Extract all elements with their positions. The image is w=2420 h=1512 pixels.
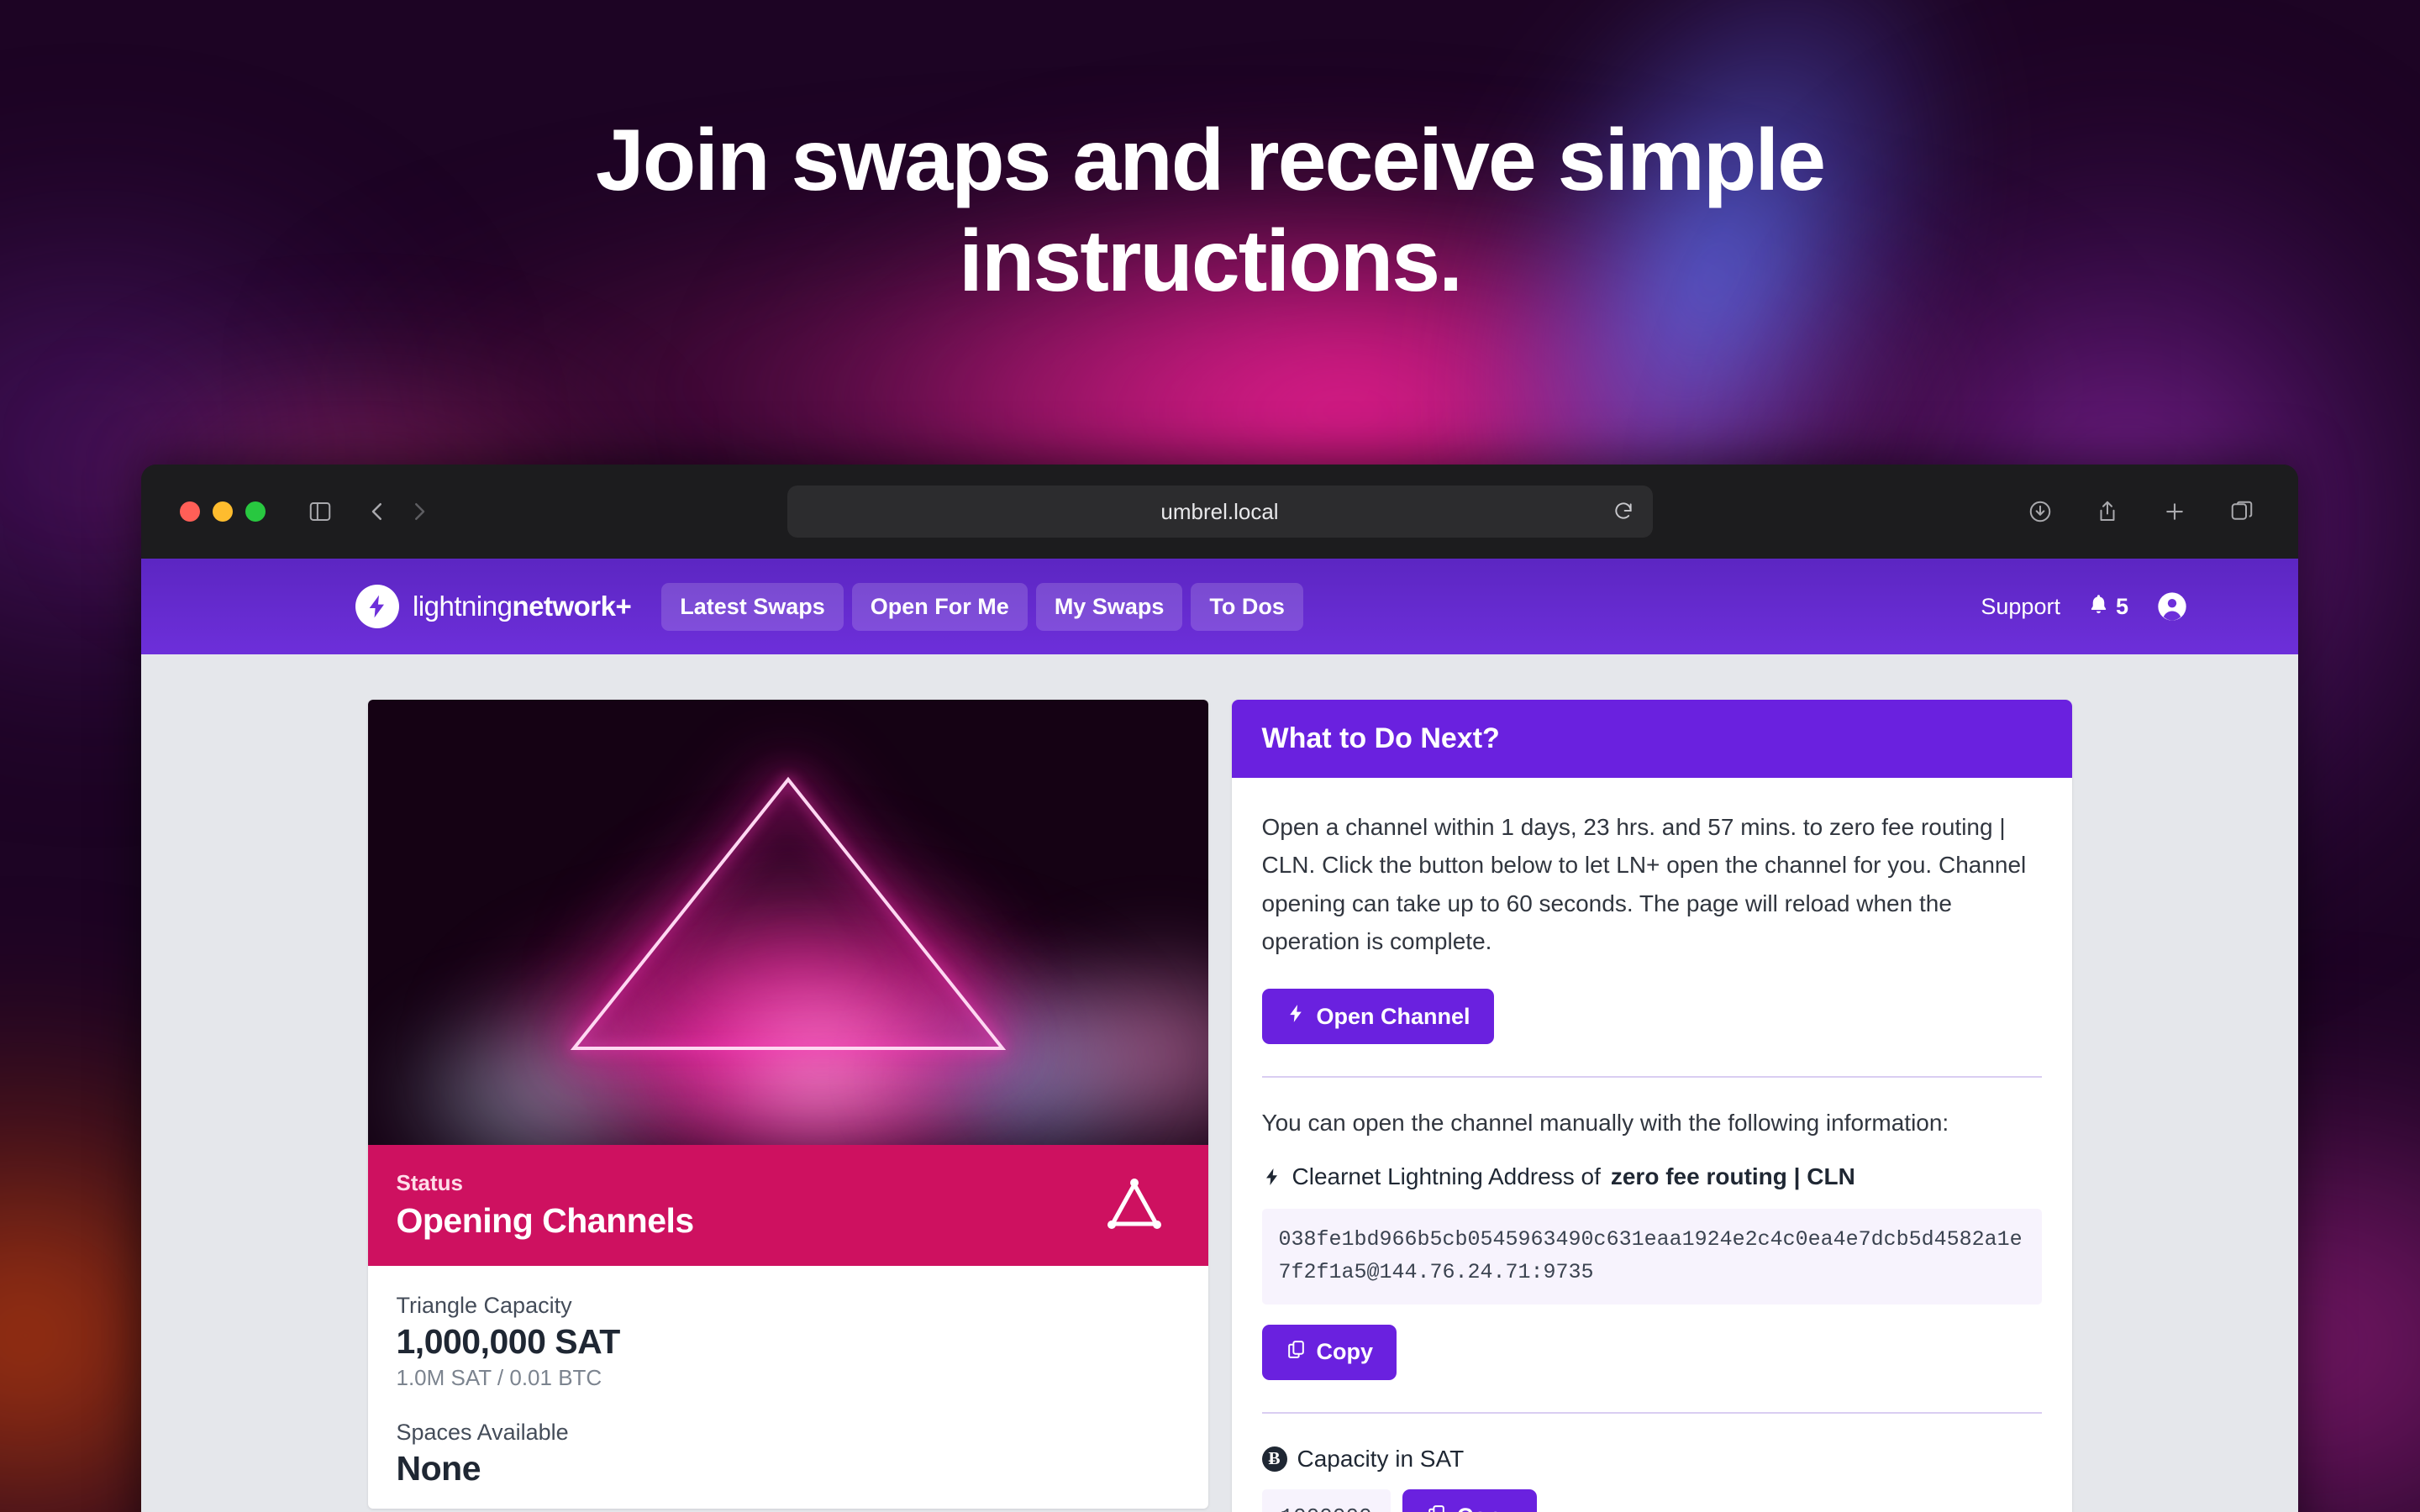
copy-capacity-button[interactable]: Copy: [1402, 1488, 1538, 1512]
brand-logo[interactable]: lightningnetwork+: [355, 585, 632, 628]
neon-triangle-hero-image: [367, 700, 1208, 1145]
close-window-button[interactable]: [180, 501, 200, 522]
panel-title: What to Do Next?: [1231, 700, 2072, 778]
new-tab-plus-icon[interactable]: [2157, 494, 2192, 529]
capacity-row: 1000000 Copy: [1261, 1488, 2042, 1512]
status-value: Opening Channels: [396, 1201, 695, 1240]
capacity-label: Capacity in SAT: [1297, 1445, 1465, 1472]
nav-item-latest-swaps[interactable]: Latest Swaps: [661, 582, 844, 631]
open-channel-button[interactable]: Open Channel: [1261, 989, 1494, 1045]
tab-overview-icon[interactable]: [2224, 494, 2260, 529]
copy-capacity-label: Copy: [1457, 1504, 1514, 1512]
instructions-text: Open a channel within 1 days, 23 hrs. an…: [1261, 814, 2027, 955]
stat-value: None: [396, 1449, 481, 1488]
lightning-bolt-icon: [1286, 1003, 1307, 1030]
section-divider: [1261, 1076, 2042, 1079]
status-label: Status: [396, 1170, 463, 1195]
capacity-value[interactable]: 1000000: [1261, 1488, 1391, 1512]
forward-chevron-right-icon[interactable]: [402, 494, 437, 529]
stat-spaces-available: Spaces Available None: [397, 1420, 1180, 1488]
stat-value: 1,000,000 SAT: [396, 1322, 621, 1361]
nav-item-open-for-me[interactable]: Open For Me: [851, 582, 1028, 631]
brand-wordmark: lightningnetwork+: [413, 591, 632, 622]
clearnet-node-name: zero fee routing | CLN: [1610, 1163, 1855, 1190]
nav-right-group: Support 5: [1981, 590, 2189, 623]
status-band: Status Opening Channels: [367, 1145, 1208, 1266]
browser-toolbar: umbrel.local: [141, 465, 2298, 559]
notification-count: 5: [2115, 593, 2128, 619]
support-link[interactable]: Support: [1981, 594, 2060, 620]
nav-item-my-swaps[interactable]: My Swaps: [1035, 582, 1183, 631]
share-icon[interactable]: [2090, 494, 2125, 529]
maximize-window-button[interactable]: [245, 501, 266, 522]
address-bar-url: umbrel.local: [1160, 498, 1279, 524]
stat-label: Triangle Capacity: [396, 1293, 572, 1318]
status-text-group: Status Opening Channels: [396, 1170, 695, 1241]
left-column: Status Opening Channels Triangle Capacit…: [367, 700, 1208, 1512]
back-chevron-left-icon[interactable]: [360, 494, 395, 529]
section-divider: [1261, 1411, 2042, 1414]
promo-background: Join swaps and receive simple instructio…: [0, 0, 2420, 1512]
stat-triangle-capacity: Triangle Capacity 1,000,000 SAT 1.0M SAT…: [397, 1293, 1180, 1391]
page-content: Status Opening Channels Triangle Capacit…: [141, 654, 2298, 1512]
stat-label: Spaces Available: [396, 1420, 569, 1445]
copy-icon: [1426, 1504, 1447, 1512]
card-stats: Triangle Capacity 1,000,000 SAT 1.0M SAT…: [368, 1266, 1208, 1509]
capacity-heading: Ƀ Capacity in SAT: [1261, 1445, 2042, 1473]
lightning-bolt-icon: [355, 585, 399, 628]
panel-body: Open a channel within 1 days, 23 hrs. an…: [1232, 778, 2072, 1512]
triangle-network-icon: [1102, 1175, 1166, 1236]
clearnet-address-heading: Clearnet Lightning Address of zero fee r…: [1262, 1163, 2042, 1190]
bell-icon: [2087, 593, 2110, 620]
copy-icon: [1286, 1339, 1307, 1366]
right-column: What to Do Next? Open a channel within 1…: [1231, 700, 2072, 1512]
lightning-bolt-icon: [1262, 1165, 1282, 1189]
manual-instructions-text: You can open the channel manually with t…: [1261, 1110, 1949, 1137]
promo-headline: Join swaps and receive simple instructio…: [595, 112, 1826, 310]
brand-bold: network+: [512, 591, 632, 622]
clearnet-prefix: Clearnet Lightning Address of: [1292, 1163, 1601, 1190]
copy-address-label: Copy: [1316, 1339, 1374, 1365]
open-channel-label: Open Channel: [1316, 1003, 1470, 1029]
sidebar-icon[interactable]: [302, 494, 338, 529]
notifications-button[interactable]: 5: [2087, 593, 2128, 620]
brand-light: lightning: [413, 591, 513, 622]
stat-subvalue: 1.0M SAT / 0.01 BTC: [396, 1365, 602, 1390]
browser-toolbar-right: [2023, 494, 2260, 529]
swap-card: Status Opening Channels Triangle Capacit…: [367, 700, 1208, 1509]
download-icon[interactable]: [2023, 494, 2058, 529]
neon-triangle-icon: [570, 776, 1006, 1050]
reload-icon[interactable]: [1612, 501, 1634, 522]
address-bar[interactable]: umbrel.local: [786, 486, 1653, 538]
copy-address-button[interactable]: Copy: [1261, 1324, 1397, 1380]
avatar[interactable]: [2155, 590, 2189, 623]
browser-window: umbrel.local lightningnetwork+ Latest Sw…: [141, 465, 2298, 1512]
window-traffic-lights: [180, 501, 266, 522]
what-to-do-next-card: What to Do Next? Open a channel within 1…: [1231, 700, 2072, 1512]
nav-item-to-dos[interactable]: To Dos: [1191, 582, 1303, 631]
minimize-window-button[interactable]: [213, 501, 233, 522]
bitcoin-icon: Ƀ: [1261, 1446, 1287, 1472]
stat-spacer: [397, 1391, 1180, 1420]
node-address-value[interactable]: 038fe1bd966b5cb0545963490c631eaa1924e2c4…: [1261, 1209, 2042, 1305]
lnplus-navbar: lightningnetwork+ Latest Swaps Open For …: [141, 559, 2298, 654]
nav-links: Latest Swaps Open For Me My Swaps To Dos: [661, 582, 1303, 631]
